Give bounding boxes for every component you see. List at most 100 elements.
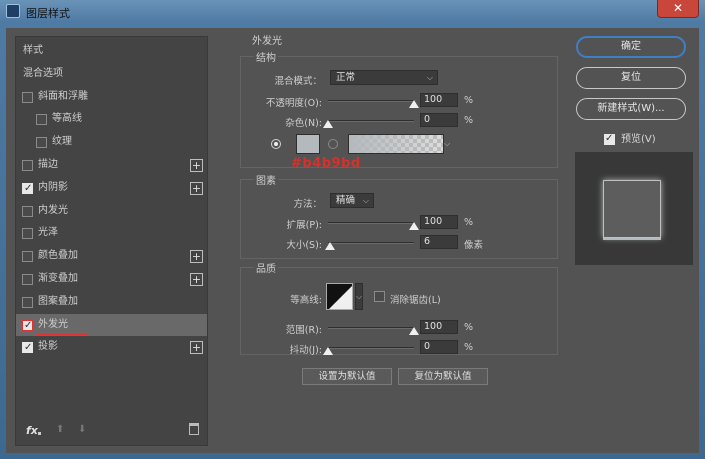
reset-button[interactable]: 复位 bbox=[576, 67, 686, 89]
noise-unit: % bbox=[464, 115, 474, 126]
spread-slider-track[interactable] bbox=[328, 222, 414, 224]
fx-button[interactable]: fx bbox=[26, 424, 38, 437]
style-item-label: 内发光 bbox=[38, 204, 68, 216]
size-unit: 像素 bbox=[464, 240, 484, 251]
styles-list-footer: fx ⬆ ⬇ bbox=[16, 419, 207, 445]
style-item-checkbox[interactable] bbox=[22, 228, 33, 240]
gradient-radio[interactable] bbox=[328, 139, 338, 149]
layer-style-dialog: 图层样式 ✕ 样式混合选项斜面和浮雕等高线纹理描边 + 内阴影 + 内发光光泽颜色叠加 +… bbox=[0, 0, 705, 459]
technique-select[interactable]: 精确 ⌵ bbox=[330, 193, 374, 208]
opacity-label: 不透明度(O): bbox=[265, 98, 322, 109]
style-item[interactable]: 混合选项 bbox=[16, 63, 207, 86]
outer-glow-section-title: 外发光 bbox=[252, 36, 282, 47]
opacity-input[interactable]: 100 bbox=[420, 93, 458, 107]
style-item-checkbox[interactable] bbox=[22, 337, 33, 360]
style-item-checkbox[interactable] bbox=[22, 91, 33, 103]
chevron-down-icon[interactable]: ⌵ bbox=[444, 134, 454, 154]
style-item[interactable]: 内发光 bbox=[16, 200, 207, 223]
style-item[interactable]: 内阴影 + bbox=[16, 177, 207, 201]
preview-thumbnail bbox=[603, 180, 661, 238]
size-slider-knob[interactable] bbox=[325, 242, 336, 250]
style-item-label: 等高线 bbox=[52, 113, 82, 125]
new-style-button[interactable]: 新建样式(W)... bbox=[576, 98, 686, 120]
style-item-checkbox[interactable] bbox=[22, 251, 33, 263]
range-input[interactable]: 100 bbox=[420, 320, 458, 334]
color-hex-annotation: #b4b9bd bbox=[291, 156, 361, 171]
noise-slider-track[interactable] bbox=[328, 120, 414, 122]
fx-menu-indicator-icon bbox=[38, 432, 41, 435]
reset-to-default-button[interactable]: 复位为默认值 bbox=[398, 368, 488, 385]
style-item-checkbox[interactable] bbox=[36, 137, 47, 149]
style-item[interactable]: 渐变叠加 + bbox=[16, 268, 207, 291]
jitter-unit: % bbox=[464, 342, 474, 353]
structure-group-title: 结构 bbox=[254, 49, 278, 64]
jitter-input[interactable]: 0 bbox=[420, 340, 458, 354]
glow-gradient-picker[interactable] bbox=[348, 134, 444, 154]
style-item[interactable]: 等高线 bbox=[16, 108, 207, 131]
style-item[interactable]: 纹理 bbox=[16, 131, 207, 154]
quality-group-title: 品质 bbox=[254, 260, 278, 275]
close-button[interactable]: ✕ bbox=[657, 0, 699, 18]
style-item-label: 投影 bbox=[38, 341, 58, 353]
style-item-checkbox[interactable] bbox=[22, 178, 33, 201]
opacity-slider-track[interactable] bbox=[328, 100, 414, 102]
jitter-slider-knob[interactable] bbox=[323, 347, 333, 355]
add-effect-plus-icon[interactable]: + bbox=[190, 272, 203, 286]
anti-aliased-checkbox[interactable] bbox=[374, 291, 385, 302]
glow-color-swatch[interactable] bbox=[296, 134, 320, 154]
style-item[interactable]: 图案叠加 bbox=[16, 291, 207, 314]
noise-slider-knob[interactable] bbox=[323, 120, 333, 128]
style-item[interactable]: 描边 + bbox=[16, 154, 207, 177]
add-effect-plus-icon[interactable]: + bbox=[190, 250, 203, 264]
add-effect-plus-icon[interactable]: + bbox=[190, 181, 203, 195]
style-item-label: 图案叠加 bbox=[38, 295, 78, 307]
move-up-icon[interactable]: ⬆ bbox=[56, 424, 64, 435]
style-item-label: 斜面和浮雕 bbox=[38, 90, 88, 102]
style-item[interactable]: 斜面和浮雕 bbox=[16, 86, 207, 109]
spread-input[interactable]: 100 bbox=[420, 215, 458, 229]
style-item-checkbox[interactable] bbox=[36, 114, 47, 126]
blend-mode-select[interactable]: 正常 ⌵ bbox=[330, 70, 438, 85]
add-effect-plus-icon[interactable]: + bbox=[190, 341, 203, 355]
size-label: 大小(S): bbox=[286, 240, 322, 251]
style-item-label: 样式 bbox=[23, 45, 43, 56]
add-effect-plus-icon[interactable]: + bbox=[190, 158, 203, 172]
contour-picker[interactable] bbox=[326, 283, 353, 310]
selection-underline bbox=[36, 333, 88, 335]
dialog-body: 样式混合选项斜面和浮雕等高线纹理描边 + 内阴影 + 内发光光泽颜色叠加 + 渐变叠加 + 图案… bbox=[6, 28, 699, 453]
styles-list-panel: 样式混合选项斜面和浮雕等高线纹理描边 + 内阴影 + 内发光光泽颜色叠加 + 渐变叠加 + 图案… bbox=[15, 36, 208, 446]
style-item[interactable]: 颜色叠加 + bbox=[16, 245, 207, 268]
style-item[interactable]: 外发光 bbox=[16, 313, 207, 337]
contour-label: 等高线: bbox=[290, 295, 322, 306]
trash-icon[interactable] bbox=[189, 423, 199, 435]
technique-value: 精确 bbox=[336, 195, 356, 206]
style-item[interactable]: 光泽 bbox=[16, 222, 207, 245]
technique-label: 方法： bbox=[293, 199, 322, 210]
chevron-down-icon[interactable]: ⌵ bbox=[355, 283, 363, 310]
contour-curve-icon bbox=[329, 286, 352, 309]
preview-label: 预览(V) bbox=[621, 134, 656, 145]
solid-color-radio[interactable] bbox=[271, 139, 281, 149]
spread-slider-knob[interactable] bbox=[409, 222, 419, 230]
noise-input[interactable]: 0 bbox=[420, 113, 458, 127]
style-preview bbox=[575, 152, 693, 265]
opacity-slider-knob[interactable] bbox=[409, 100, 419, 108]
make-default-button[interactable]: 设置为默认值 bbox=[302, 368, 392, 385]
style-item[interactable]: 样式 bbox=[16, 40, 207, 63]
style-item[interactable]: 投影 + bbox=[16, 336, 207, 360]
preview-checkbox[interactable] bbox=[604, 132, 615, 146]
style-item-checkbox[interactable] bbox=[22, 296, 33, 308]
style-item-checkbox[interactable] bbox=[22, 159, 33, 171]
ok-button[interactable]: 确定 bbox=[576, 36, 686, 58]
anti-aliased-label: 消除锯齿(L) bbox=[390, 295, 441, 306]
title-bar: 图层样式 ✕ bbox=[0, 0, 705, 22]
move-down-icon[interactable]: ⬇ bbox=[78, 424, 86, 435]
size-input[interactable]: 6 bbox=[420, 235, 458, 249]
size-slider-track[interactable] bbox=[328, 242, 414, 244]
range-slider-track[interactable] bbox=[328, 327, 414, 329]
range-slider-knob[interactable] bbox=[409, 327, 419, 335]
style-item-checkbox[interactable] bbox=[22, 273, 33, 285]
style-item-checkbox[interactable] bbox=[22, 205, 33, 217]
style-item-checkbox[interactable] bbox=[22, 315, 33, 337]
jitter-slider-track[interactable] bbox=[328, 347, 414, 349]
